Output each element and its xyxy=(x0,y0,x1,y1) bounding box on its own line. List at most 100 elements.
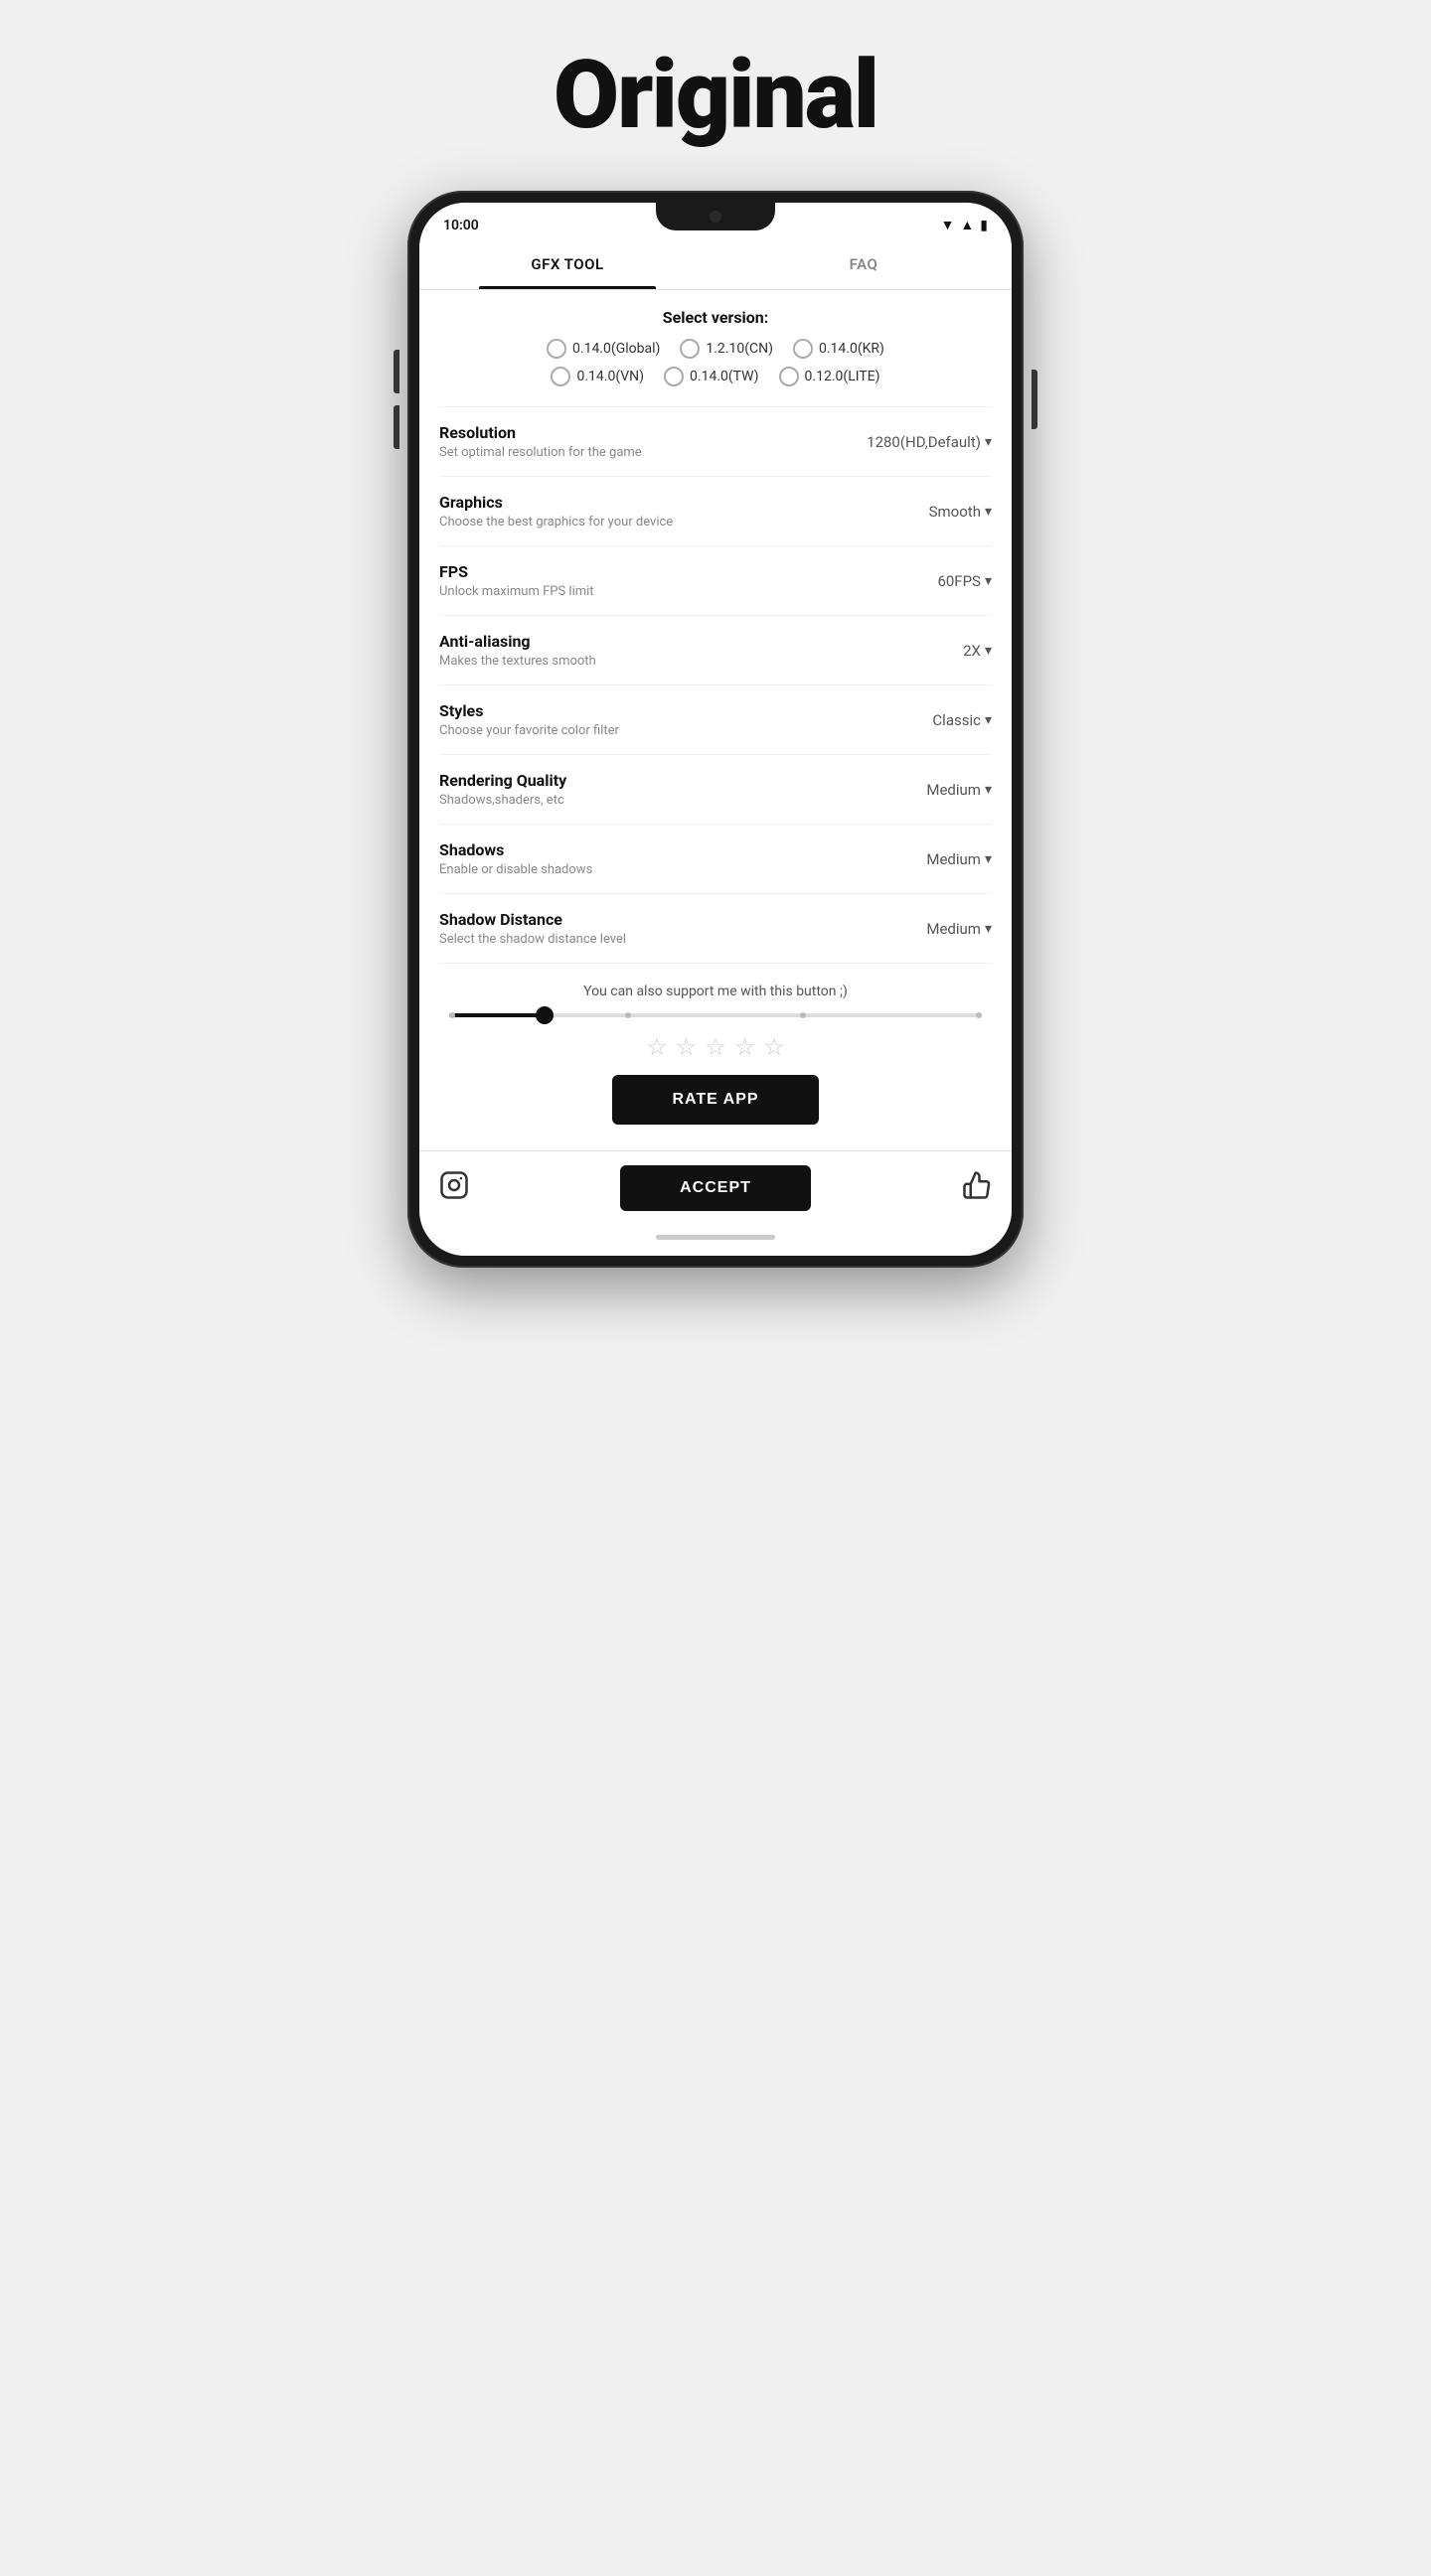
star-5[interactable]: ☆ xyxy=(763,1033,785,1061)
phone-screen: 10:00 ▼ ▲ ▮ GFX TOOL FAQ xyxy=(419,203,1012,1256)
setting-right-shadows[interactable]: Medium ▾ xyxy=(863,850,992,868)
star-3[interactable]: ☆ xyxy=(705,1033,726,1061)
stars-row[interactable]: ☆ ☆ ☆ ☆ ☆ xyxy=(439,1033,992,1061)
setting-label-styles: Styles xyxy=(439,701,863,720)
setting-left-shadows: Shadows Enable or disable shadows xyxy=(439,840,863,877)
setting-right-resolution[interactable]: 1280(HD,Default) ▾ xyxy=(863,433,992,451)
status-bar: 10:00 ▼ ▲ ▮ xyxy=(419,203,1012,239)
setting-right-antialiasing[interactable]: 2X ▾ xyxy=(863,642,992,660)
thumbsup-icon[interactable] xyxy=(962,1170,992,1207)
slider-track[interactable] xyxy=(449,1013,982,1017)
setting-left-shadow-distance: Shadow Distance Select the shadow distan… xyxy=(439,910,863,947)
battery-icon: ▮ xyxy=(980,218,988,233)
setting-right-styles[interactable]: Classic ▾ xyxy=(863,711,992,729)
star-1[interactable]: ☆ xyxy=(646,1033,668,1061)
chevron-down-icon-graphics: ▾ xyxy=(985,504,992,520)
support-section: You can also support me with this button… xyxy=(439,963,992,1150)
setting-desc-resolution: Set optimal resolution for the game xyxy=(439,445,863,460)
volume-up-button[interactable] xyxy=(394,350,399,393)
version-row-2: 0.14.0(VN) 0.14.0(TW) 0.12.0(LITE) xyxy=(439,367,992,386)
resolution-value: 1280(HD,Default) xyxy=(867,433,981,451)
setting-row-shadows: Shadows Enable or disable shadows Medium… xyxy=(439,824,992,893)
setting-left-resolution: Resolution Set optimal resolution for th… xyxy=(439,423,863,460)
version-option-tw[interactable]: 0.14.0(TW) xyxy=(664,367,759,386)
shadow-distance-value: Medium xyxy=(926,920,981,938)
setting-label-shadows: Shadows xyxy=(439,840,863,859)
setting-left-antialiasing: Anti-aliasing Makes the textures smooth xyxy=(439,632,863,669)
phone-notch xyxy=(656,203,775,230)
chevron-down-icon-rendering: ▾ xyxy=(985,782,992,798)
setting-row-rendering: Rendering Quality Shadows,shaders, etc M… xyxy=(439,754,992,824)
radio-global[interactable] xyxy=(547,339,566,359)
tab-gfx-tool[interactable]: GFX TOOL xyxy=(419,239,716,289)
bottom-bar: ACCEPT xyxy=(419,1150,1012,1225)
radio-kr[interactable] xyxy=(793,339,813,359)
slider-container[interactable] xyxy=(439,1013,992,1017)
slider-dots xyxy=(449,1012,982,1018)
instagram-icon[interactable] xyxy=(439,1170,469,1207)
radio-vn[interactable] xyxy=(551,367,570,386)
setting-right-fps[interactable]: 60FPS ▾ xyxy=(863,572,992,590)
chevron-down-icon-shadow-distance: ▾ xyxy=(985,921,992,937)
setting-label-fps: FPS xyxy=(439,562,863,581)
radio-tw[interactable] xyxy=(664,367,684,386)
shadows-value: Medium xyxy=(926,850,981,868)
volume-down-button[interactable] xyxy=(394,405,399,449)
rate-app-button[interactable]: RATE APP xyxy=(612,1075,818,1125)
setting-left-rendering: Rendering Quality Shadows,shaders, etc xyxy=(439,771,863,808)
support-text: You can also support me with this button… xyxy=(439,984,992,999)
setting-desc-fps: Unlock maximum FPS limit xyxy=(439,584,863,599)
setting-label-graphics: Graphics xyxy=(439,493,863,512)
setting-desc-shadows: Enable or disable shadows xyxy=(439,862,863,877)
signal-icon: ▲ xyxy=(960,217,974,233)
rendering-value: Medium xyxy=(926,781,981,799)
radio-lite[interactable] xyxy=(779,367,799,386)
antialiasing-value: 2X xyxy=(963,642,981,660)
app-tabs: GFX TOOL FAQ xyxy=(419,239,1012,290)
setting-desc-antialiasing: Makes the textures smooth xyxy=(439,654,863,669)
select-version-title: Select version: xyxy=(439,308,992,327)
setting-left-graphics: Graphics Choose the best graphics for yo… xyxy=(439,493,863,530)
phone-device: 10:00 ▼ ▲ ▮ GFX TOOL FAQ xyxy=(407,191,1024,1268)
status-time: 10:00 xyxy=(443,218,479,233)
setting-right-rendering[interactable]: Medium ▾ xyxy=(863,781,992,799)
setting-desc-shadow-distance: Select the shadow distance level xyxy=(439,932,863,947)
styles-value: Classic xyxy=(932,711,981,729)
setting-row-antialiasing: Anti-aliasing Makes the textures smooth … xyxy=(439,615,992,684)
select-version-section: Select version: 0.14.0(Global) 1.2.10(CN… xyxy=(439,290,992,406)
slider-dot-3 xyxy=(800,1012,806,1018)
setting-row-graphics: Graphics Choose the best graphics for yo… xyxy=(439,476,992,545)
slider-dot-2 xyxy=(625,1012,631,1018)
version-option-kr[interactable]: 0.14.0(KR) xyxy=(793,339,884,359)
slider-dot-1 xyxy=(449,1012,455,1018)
chevron-down-icon-antialiasing: ▾ xyxy=(985,643,992,659)
version-option-lite[interactable]: 0.12.0(LITE) xyxy=(779,367,880,386)
home-bar xyxy=(656,1235,775,1240)
chevron-down-icon-shadows: ▾ xyxy=(985,851,992,867)
chevron-down-icon-fps: ▾ xyxy=(985,573,992,589)
setting-left-styles: Styles Choose your favorite color filter xyxy=(439,701,863,738)
setting-label-rendering: Rendering Quality xyxy=(439,771,863,790)
accept-button[interactable]: ACCEPT xyxy=(620,1165,811,1211)
star-4[interactable]: ☆ xyxy=(734,1033,756,1061)
radio-cn[interactable] xyxy=(680,339,700,359)
power-button[interactable] xyxy=(1032,370,1037,429)
setting-desc-rendering: Shadows,shaders, etc xyxy=(439,793,863,808)
version-option-global[interactable]: 0.14.0(Global) xyxy=(547,339,660,359)
slider-thumb[interactable] xyxy=(536,1006,554,1024)
setting-desc-styles: Choose your favorite color filter xyxy=(439,723,863,738)
chevron-down-icon-resolution: ▾ xyxy=(985,434,992,450)
setting-right-graphics[interactable]: Smooth ▾ xyxy=(863,503,992,521)
setting-row-shadow-distance: Shadow Distance Select the shadow distan… xyxy=(439,893,992,963)
fps-value: 60FPS xyxy=(937,572,981,590)
page-wrapper: Original 10:00 ▼ ▲ ▮ GFX TOOL xyxy=(318,40,1113,1268)
version-option-vn[interactable]: 0.14.0(VN) xyxy=(551,367,644,386)
tab-faq[interactable]: FAQ xyxy=(716,239,1012,289)
version-option-cn[interactable]: 1.2.10(CN) xyxy=(680,339,773,359)
setting-label-shadow-distance: Shadow Distance xyxy=(439,910,863,929)
setting-row-resolution: Resolution Set optimal resolution for th… xyxy=(439,406,992,476)
graphics-value: Smooth xyxy=(929,503,981,521)
chevron-down-icon-styles: ▾ xyxy=(985,712,992,728)
star-2[interactable]: ☆ xyxy=(676,1033,698,1061)
setting-right-shadow-distance[interactable]: Medium ▾ xyxy=(863,920,992,938)
